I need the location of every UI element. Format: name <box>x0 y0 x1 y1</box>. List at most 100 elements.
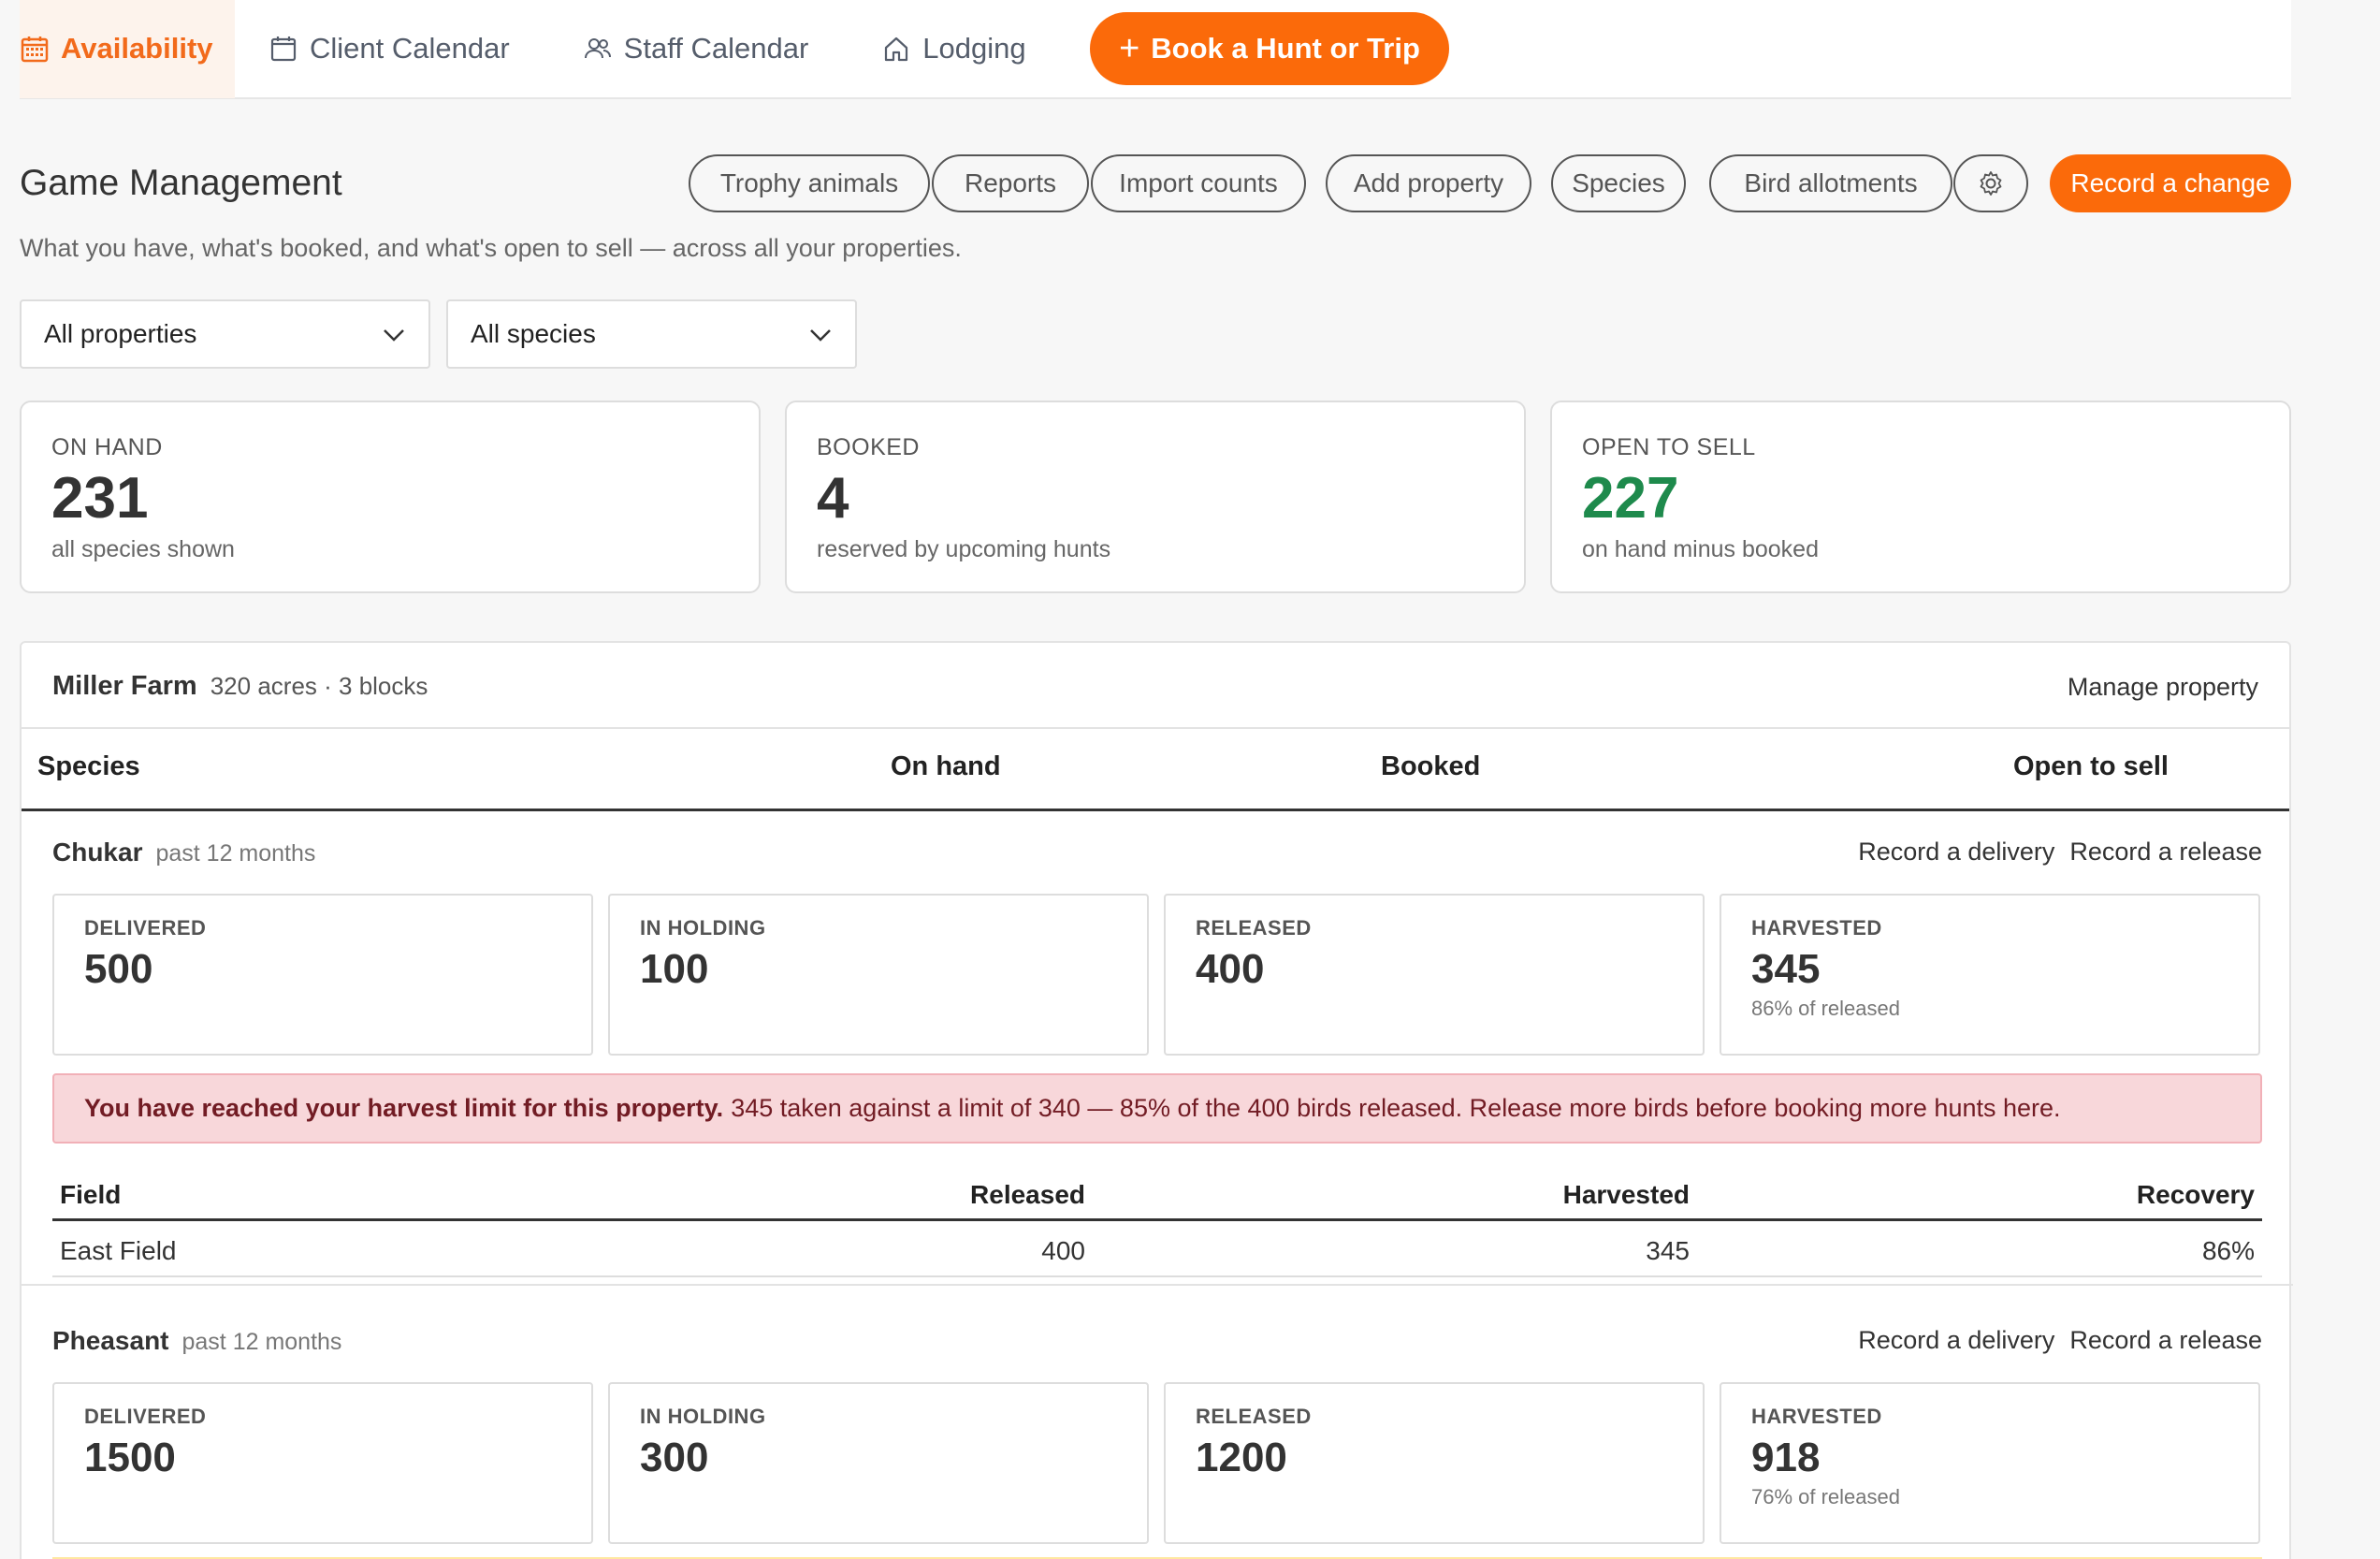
app-root: Availability Client Calendar Staff Calen… <box>20 0 2293 1559</box>
chevron-down-icon <box>382 319 406 349</box>
metric-value: 400 <box>1196 946 1265 992</box>
bird-allotments-button[interactable]: Bird allotments <box>1709 154 1952 212</box>
metric-value: 918 <box>1751 1435 1821 1480</box>
species-period: past 12 months <box>181 1329 342 1355</box>
calendar-icon <box>268 34 298 64</box>
field-recovery: 86% <box>2201 1236 2255 1265</box>
species-section-pheasant: Pheasant past 12 months Record a delivery… <box>52 1326 2262 1544</box>
trophy-animals-button[interactable]: Trophy animals <box>689 154 930 212</box>
plus-icon: + <box>1119 28 1140 68</box>
col-booked: Booked <box>1381 751 1481 781</box>
import-counts-button[interactable]: Import counts <box>1091 154 1306 212</box>
alert-title: You have reached your harvest limit for … <box>84 1094 724 1122</box>
metric-value: 300 <box>640 1435 709 1480</box>
settings-button[interactable] <box>1953 154 2028 212</box>
nav-label: Lodging <box>922 32 1026 65</box>
reports-label: Reports <box>964 168 1057 197</box>
record-release-link[interactable]: Record a release <box>2069 1326 2262 1354</box>
species-period: past 12 months <box>155 840 316 867</box>
top-nav: Availability Client Calendar Staff Calen… <box>20 0 2291 99</box>
nav-label: Client Calendar <box>310 32 510 65</box>
users-icon <box>583 34 613 64</box>
col-recovery: Recovery <box>2136 1180 2255 1209</box>
metric-value: 345 <box>1751 946 1821 992</box>
property-select[interactable]: All properties <box>20 299 430 369</box>
metric-released: RELEASED 400 <box>1164 894 1705 1056</box>
col-released: Released <box>970 1180 1085 1209</box>
chevron-down-icon <box>808 319 833 349</box>
stat-value: 227 <box>1582 466 1679 531</box>
col-on-hand: On hand <box>891 751 1001 781</box>
record-release-link[interactable]: Record a release <box>2069 838 2262 866</box>
metric-label: DELIVERED <box>84 916 207 940</box>
metric-harvested: HARVESTED 345 86% of released <box>1720 894 2260 1056</box>
stat-on-hand: ON HAND 231 all species shown <box>20 401 761 593</box>
alert-text: 345 taken against a limit of 340 — 85% o… <box>731 1094 2061 1122</box>
field-harvested: 345 <box>1646 1236 1690 1265</box>
property-name: Miller Farm <box>52 671 197 701</box>
metric-delivered: DELIVERED 1500 <box>52 1382 593 1544</box>
metric-value: 500 <box>84 946 153 992</box>
stat-label: BOOKED <box>817 434 920 460</box>
field-released: 400 <box>1041 1236 1085 1265</box>
reports-button[interactable]: Reports <box>932 154 1089 212</box>
metric-label: IN HOLDING <box>640 916 766 940</box>
stat-sub: reserved by upcoming hunts <box>817 536 1111 562</box>
metric-sub: 86% of released <box>1751 997 1900 1020</box>
gear-icon <box>1976 168 2006 198</box>
calendar-grid-icon <box>20 34 50 64</box>
record-change-button[interactable]: Record a change <box>2050 154 2291 212</box>
manage-property-link[interactable]: Manage property <box>2068 673 2258 702</box>
species-table-header: Species On hand Booked Open to sell <box>22 727 2289 811</box>
stat-label: ON HAND <box>51 434 163 460</box>
nav-lodging[interactable]: Lodging <box>881 0 1059 98</box>
record-delivery-link[interactable]: Record a delivery <box>1858 1326 2054 1354</box>
metric-sub: 76% of released <box>1751 1485 1900 1508</box>
metric-delivered: DELIVERED 500 <box>52 894 593 1056</box>
metric-value: 1500 <box>84 1435 176 1480</box>
species-button[interactable]: Species <box>1551 154 1686 212</box>
stat-booked: BOOKED 4 reserved by upcoming hunts <box>785 401 1526 593</box>
species-select-value: All species <box>471 319 596 348</box>
record-delivery-link[interactable]: Record a delivery <box>1858 838 2054 866</box>
metric-label: DELIVERED <box>84 1405 207 1428</box>
nav-staff-calendar[interactable]: Staff Calendar <box>583 0 843 98</box>
book-hunt-label: Book a Hunt or Trip <box>1151 32 1420 65</box>
nav-availability[interactable]: Availability <box>20 0 235 98</box>
metric-value: 100 <box>640 946 709 992</box>
metric-label: HARVESTED <box>1751 916 1882 940</box>
page-title: Game Management <box>20 163 342 203</box>
metric-in-holding: IN HOLDING 100 <box>608 894 1149 1056</box>
species-title: Pheasant <box>52 1326 169 1355</box>
species-section-chukar: Chukar past 12 months Record a delivery Re… <box>52 838 2262 1277</box>
metric-label: IN HOLDING <box>640 1405 766 1428</box>
species-actions: Record a delivery Record a release <box>1843 1326 2262 1355</box>
stat-sub: on hand minus booked <box>1582 536 1819 562</box>
species-select[interactable]: All species <box>446 299 857 369</box>
metric-harvested: HARVESTED 918 76% of released <box>1720 1382 2260 1544</box>
section-divider <box>22 1284 2293 1286</box>
field-table-header: Field Released Harvested Recovery <box>52 1165 2262 1221</box>
add-property-button[interactable]: Add property <box>1326 154 1531 212</box>
property-header: Miller Farm 320 acres · 3 blocks <box>52 671 428 702</box>
species-title: Chukar <box>52 838 143 867</box>
col-open-to-sell: Open to sell <box>2013 751 2169 781</box>
metric-in-holding: IN HOLDING 300 <box>608 1382 1149 1544</box>
col-species: Species <box>37 751 140 781</box>
metric-label: HARVESTED <box>1751 1405 1882 1428</box>
col-field: Field <box>60 1180 122 1209</box>
nav-client-calendar[interactable]: Client Calendar <box>268 0 544 98</box>
metric-label: RELEASED <box>1196 916 1312 940</box>
home-icon <box>881 34 911 64</box>
property-panel: Miller Farm 320 acres · 3 blocks Manage p… <box>20 641 2293 1559</box>
harvest-limit-alert: You have reached your harvest limit for … <box>52 1073 2262 1144</box>
metric-value: 1200 <box>1196 1435 1287 1480</box>
col-harvested: Harvested <box>1562 1180 1690 1209</box>
stat-label: OPEN TO SELL <box>1582 434 1756 460</box>
book-hunt-button[interactable]: + Book a Hunt or Trip <box>1090 12 1449 85</box>
stat-sub: all species shown <box>51 536 235 562</box>
nav-label: Availability <box>61 32 213 65</box>
table-row: East Field 400 345 86% <box>52 1221 2262 1277</box>
property-meta: 320 acres · 3 blocks <box>210 672 428 700</box>
nav-label: Staff Calendar <box>623 32 809 65</box>
